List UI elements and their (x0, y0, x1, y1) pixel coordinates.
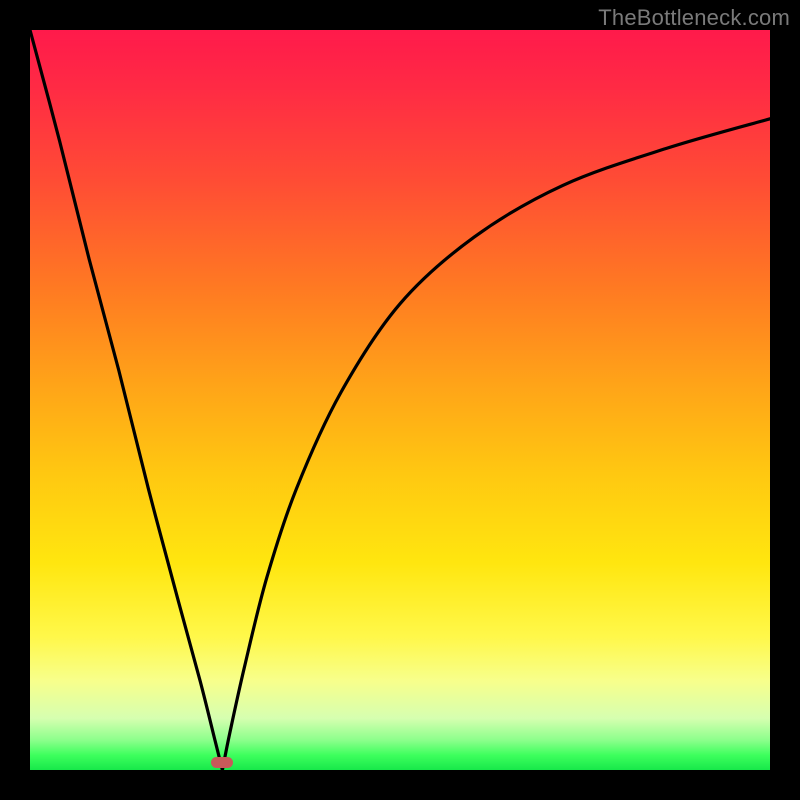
curve-right-branch (222, 119, 770, 770)
curve-left-branch (30, 30, 222, 770)
minimum-marker (211, 757, 233, 768)
watermark-text: TheBottleneck.com (598, 5, 790, 31)
chart-frame: TheBottleneck.com (0, 0, 800, 800)
plot-area (30, 30, 770, 770)
curve-svg (30, 30, 770, 770)
